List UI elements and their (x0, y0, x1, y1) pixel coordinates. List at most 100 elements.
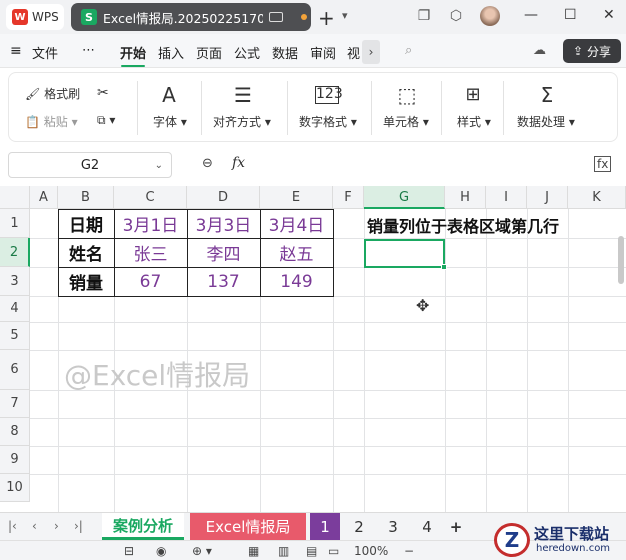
document-tab[interactable]: S Excel情报局.202502251708 (71, 3, 311, 31)
fx-icon[interactable]: fx (232, 155, 245, 171)
cell-D3[interactable]: 137 (187, 267, 260, 296)
row-header[interactable]: 8 (0, 418, 30, 446)
sheet-tab-3[interactable]: 3 (378, 513, 408, 540)
zoom-out-button[interactable]: − (404, 544, 414, 558)
row-header[interactable]: 6 (0, 350, 30, 390)
view-mode-icon[interactable]: ⊕ ▾ (192, 544, 212, 558)
eye-icon[interactable]: ◉ (156, 544, 166, 558)
first-sheet-icon[interactable]: |‹ (8, 519, 17, 533)
column-header[interactable]: C (114, 186, 187, 209)
user-avatar[interactable] (480, 6, 500, 26)
column-header-selected[interactable]: G (364, 186, 445, 209)
name-box[interactable]: G2 ⌄ (8, 152, 172, 178)
copy-button[interactable]: ⧉ ▾ (97, 113, 115, 128)
column-header[interactable]: A (30, 186, 58, 209)
select-all-corner[interactable] (0, 186, 30, 209)
column-header[interactable]: K (568, 186, 626, 209)
column-header[interactable]: H (445, 186, 486, 209)
prev-sheet-icon[interactable]: ‹ (32, 519, 37, 533)
menu-review[interactable]: 审阅 (310, 43, 336, 62)
vertical-scrollbar[interactable] (618, 236, 624, 284)
row-header[interactable]: 10 (0, 474, 30, 502)
tab-list-chevron-icon[interactable]: ▾ (342, 9, 348, 22)
row-header-selected[interactable]: 2 (0, 238, 30, 267)
font-button[interactable]: 字体 ▾ (153, 113, 187, 130)
cell-B2[interactable]: 姓名 (58, 238, 114, 267)
window-switch-icon[interactable]: ❐ (416, 8, 432, 24)
page-break-view-icon[interactable]: ▤ (306, 544, 317, 558)
sheet-tab-case-analysis[interactable]: 案例分析 (102, 513, 184, 540)
zoom-formula-icon[interactable]: ⊖ (202, 156, 213, 171)
next-sheet-icon[interactable]: › (54, 519, 59, 533)
menu-formula[interactable]: 公式 (234, 43, 260, 62)
column-header[interactable]: F (333, 186, 364, 209)
sheet-tab-2[interactable]: 2 (344, 513, 374, 540)
row-header[interactable]: 1 (0, 209, 30, 238)
formula-input[interactable] (260, 152, 576, 178)
sheet-tab-excel-bureau[interactable]: Excel情报局 (190, 513, 306, 540)
close-button[interactable]: ✕ (603, 7, 615, 23)
row-header[interactable]: 5 (0, 322, 30, 350)
chevron-down-icon[interactable]: ⌄ (155, 160, 163, 171)
cell-C3[interactable]: 67 (114, 267, 187, 296)
cut-icon[interactable]: ✂ (97, 85, 109, 101)
cell-G1-question[interactable]: 销量列位于表格区域第几行 (367, 213, 559, 237)
menu-data[interactable]: 数据 (272, 43, 298, 62)
menu-more[interactable]: ⋯ (82, 43, 95, 58)
menu-insert[interactable]: 插入 (158, 43, 184, 62)
column-header[interactable]: I (486, 186, 527, 209)
menu-home[interactable]: 开始 (120, 43, 146, 62)
menu-scroll-right-button[interactable]: › (362, 40, 380, 64)
menu-view[interactable]: 视 (347, 43, 360, 62)
row-header[interactable]: 9 (0, 446, 30, 474)
zoom-level[interactable]: 100% (354, 544, 388, 558)
last-sheet-icon[interactable]: ›| (74, 519, 83, 533)
cube-icon[interactable]: ⬡ (448, 8, 464, 24)
cell-D2[interactable]: 李四 (187, 238, 260, 267)
column-header[interactable]: J (527, 186, 568, 209)
style-button[interactable]: 样式 ▾ (457, 113, 491, 130)
minimize-button[interactable]: — (524, 7, 538, 23)
expand-formula-icon[interactable]: fx (594, 156, 612, 172)
add-sheet-button[interactable]: + (444, 513, 468, 540)
cell-C2[interactable]: 张三 (114, 238, 187, 267)
data-process-button[interactable]: 数据处理 ▾ (517, 113, 575, 130)
monitor-icon[interactable] (269, 12, 283, 22)
fill-handle[interactable] (441, 264, 447, 270)
maximize-button[interactable]: ☐ (564, 7, 577, 23)
wps-home-tab[interactable]: W WPS (6, 4, 64, 30)
cell-E3[interactable]: 149 (260, 267, 333, 296)
paste-button[interactable]: 📋 粘贴 ▾ (25, 113, 78, 130)
spreadsheet-grid[interactable]: A B C D E F G H I J K 1 2 3 4 5 6 7 8 9 … (0, 186, 626, 512)
hamburger-icon[interactable]: ≡ (10, 43, 22, 59)
column-header[interactable]: E (260, 186, 333, 209)
cell-C1[interactable]: 3月1日 (114, 209, 187, 238)
number-format-button[interactable]: 数字格式 ▾ (299, 113, 357, 130)
menu-page[interactable]: 页面 (196, 43, 222, 62)
new-tab-button[interactable]: + (318, 6, 335, 30)
page-view-icon[interactable]: ▥ (278, 544, 289, 558)
active-cell-G2[interactable] (364, 239, 445, 268)
cell-button[interactable]: 单元格 ▾ (383, 113, 429, 130)
cell-D1[interactable]: 3月3日 (187, 209, 260, 238)
cell-E1[interactable]: 3月4日 (260, 209, 333, 238)
cell-B3[interactable]: 销量 (58, 267, 114, 296)
row-header[interactable]: 7 (0, 390, 30, 418)
menu-file[interactable]: 文件 (32, 43, 58, 62)
share-button[interactable]: ⇪ 分享 (563, 39, 621, 63)
row-header[interactable]: 3 (0, 267, 30, 296)
column-header[interactable]: B (58, 186, 114, 209)
row-header[interactable]: 4 (0, 296, 30, 322)
sheet-tab-4[interactable]: 4 (412, 513, 442, 540)
reading-view-icon[interactable]: ▭ (328, 544, 339, 558)
align-button[interactable]: 对齐方式 ▾ (213, 113, 271, 130)
cloud-upload-icon[interactable]: ☁ (533, 43, 546, 58)
book-icon[interactable]: ⊟ (124, 544, 134, 558)
cell-B1[interactable]: 日期 (58, 209, 114, 238)
normal-view-icon[interactable]: ▦ (248, 544, 259, 558)
cell-E2[interactable]: 赵五 (260, 238, 333, 267)
column-header[interactable]: D (187, 186, 260, 209)
search-icon[interactable]: ⌕ (405, 43, 412, 58)
format-painter-button[interactable]: 🖌 格式刷 (25, 85, 80, 102)
sheet-tab-1[interactable]: 1 (310, 513, 340, 540)
